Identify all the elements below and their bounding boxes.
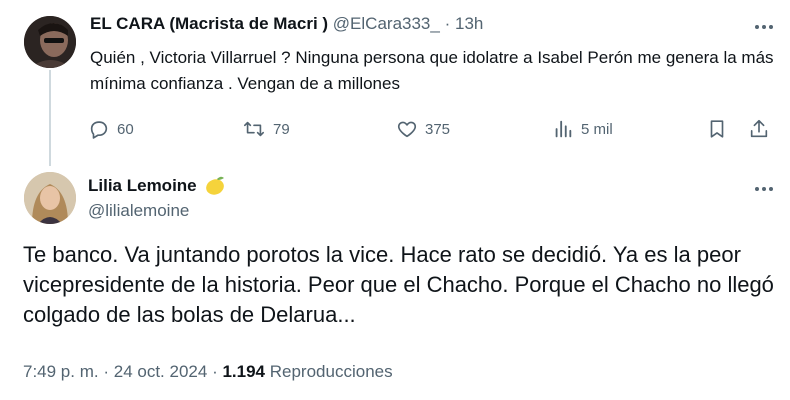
author-handle[interactable]: @ElCara333_ [333, 14, 440, 33]
parent-tweet-text: Quién , Victoria Villarruel ? Ninguna pe… [90, 48, 774, 93]
like-count: 375 [425, 120, 451, 138]
separator: · [212, 362, 218, 381]
separator: · [444, 14, 451, 33]
reply-button[interactable]: 60 [88, 116, 134, 142]
thread-line [49, 70, 51, 166]
parent-tweet-header: EL CARA (Macrista de Macri ) @ElCara333_… [90, 14, 483, 34]
lemon-emoji-icon [205, 176, 224, 195]
author-name[interactable]: EL CARA (Macrista de Macri ) [90, 14, 328, 33]
views-button[interactable]: 5 mil [552, 116, 613, 142]
views-chart-icon [555, 120, 572, 138]
heart-icon [397, 121, 417, 138]
views-count: 5 mil [581, 120, 613, 138]
share-icon [750, 119, 768, 138]
share-button[interactable] [748, 116, 770, 142]
bookmark-button[interactable] [706, 116, 728, 142]
reply-icon [90, 121, 108, 139]
avatar-lilia[interactable] [24, 172, 76, 224]
separator: · [103, 362, 110, 381]
repost-button[interactable]: 79 [242, 116, 290, 142]
avatar-elcara[interactable] [24, 16, 76, 68]
reply-author-name: Lilia Lemoine [88, 176, 197, 195]
more-options-icon[interactable] [752, 180, 776, 198]
reply-author-name-row[interactable]: Lilia Lemoine [88, 175, 227, 197]
repost-icon [244, 121, 264, 137]
bookmark-icon [710, 120, 724, 138]
reply-count: 60 [117, 120, 134, 138]
views-label: Reproducciones [269, 362, 393, 381]
more-options-icon[interactable] [752, 18, 776, 36]
reply-author-handle[interactable]: @lilialemoine [88, 201, 189, 221]
repost-count: 79 [273, 120, 290, 138]
post-time[interactable]: 13h [455, 14, 483, 33]
avatar-image [24, 172, 76, 224]
reply-tweet-meta: 7:49 p. m. · 24 oct. 2024 · 1.194 Reprod… [23, 362, 393, 382]
post-time[interactable]: 7:49 p. m. [23, 362, 99, 381]
avatar-image [24, 16, 76, 68]
views-count: 1.194 [222, 362, 266, 381]
tweet-actions: 60 79 375 5 mil [88, 116, 778, 142]
reply-tweet-text: Te banco. Va juntando porotos la vice. H… [23, 242, 774, 327]
post-date[interactable]: 24 oct. 2024 [114, 362, 208, 381]
like-button[interactable]: 375 [396, 116, 450, 142]
